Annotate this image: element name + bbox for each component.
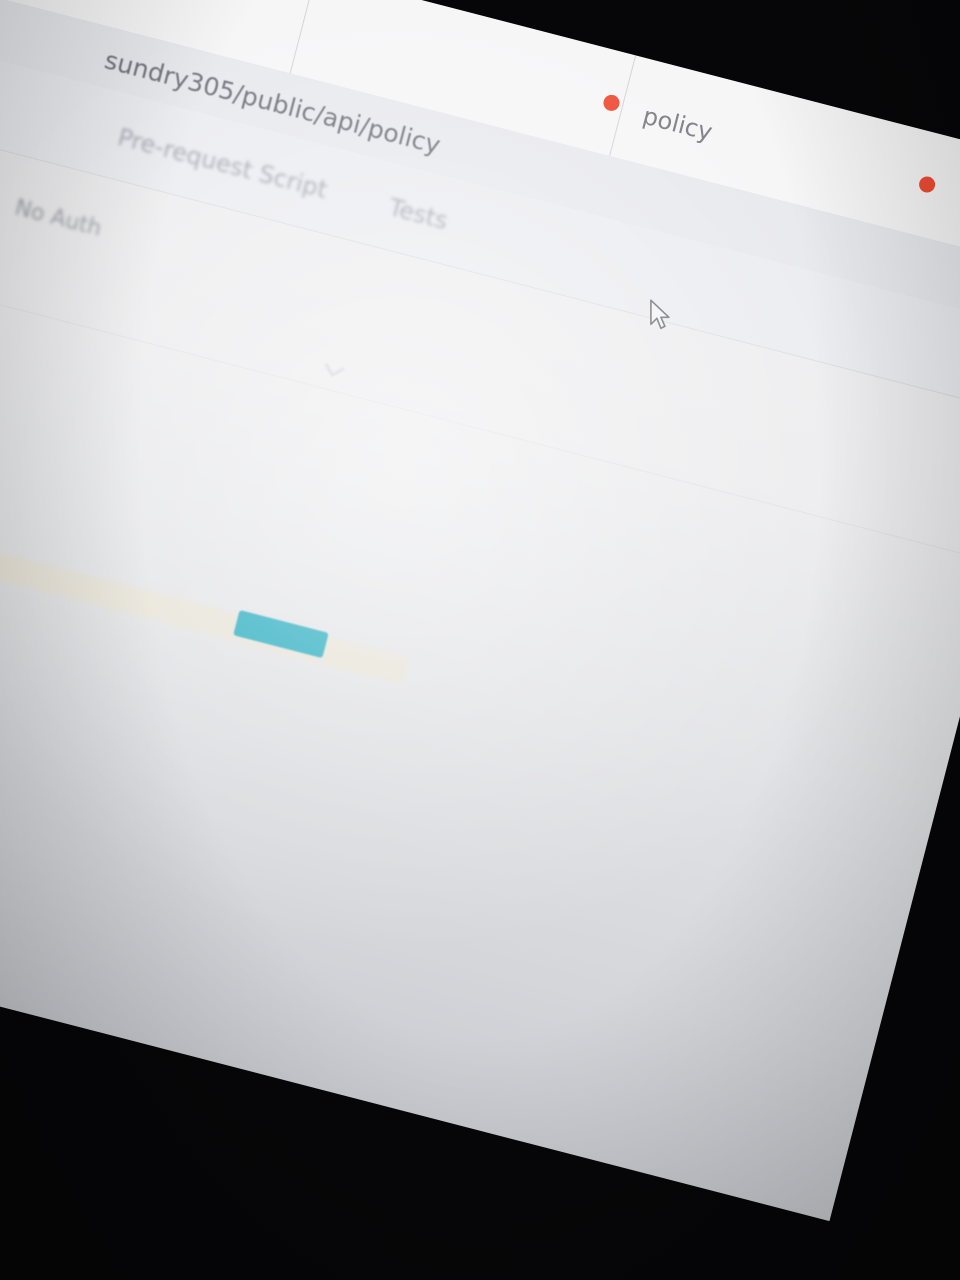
response-status-bar — [0, 541, 410, 685]
tab-tests[interactable]: Tests — [386, 193, 451, 235]
auth-type-select[interactable]: No Auth — [12, 195, 104, 241]
mouse-pointer-icon — [650, 299, 670, 330]
tab-label: policy — [639, 101, 716, 147]
unsaved-dot-icon — [601, 93, 622, 113]
photo-stage: policy sundry305/public/api/policy Pre-r… — [0, 0, 960, 1280]
chevron-down-icon[interactable] — [324, 357, 345, 377]
unsaved-dot-icon — [917, 174, 937, 195]
app-window: policy sundry305/public/api/policy Pre-r… — [0, 0, 960, 1222]
